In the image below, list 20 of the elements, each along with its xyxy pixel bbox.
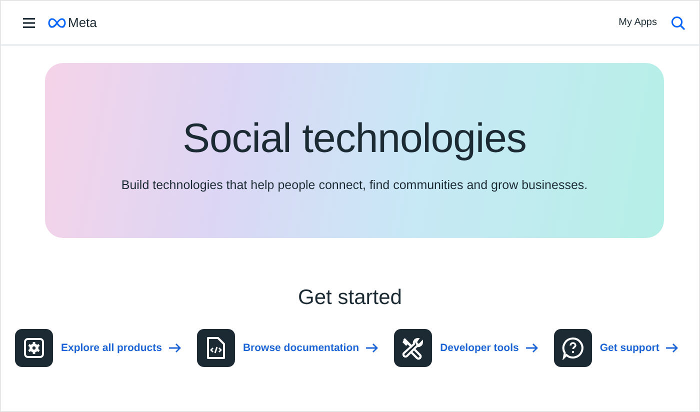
link[interactable]: Browse documentation [242,342,360,354]
search-icon[interactable] [671,16,685,30]
help-icon[interactable] [554,329,592,367]
arrow-right-icon[interactable] [526,343,538,353]
my-apps-link[interactable]: My Apps [618,17,657,28]
section-title: Get started [297,286,403,310]
link[interactable]: Developer tools [440,342,519,354]
menu-icon[interactable] [23,18,35,28]
link[interactable]: Get support [600,342,660,354]
logo-text[interactable]: Meta [68,15,97,30]
arrow-right-icon[interactable] [366,343,378,353]
arrow-right-icon[interactable] [666,343,678,353]
infinity-icon [48,18,66,28]
hero-title: Social technologies [182,115,526,162]
arrow-right-icon[interactable] [168,343,181,353]
tools-icon[interactable] [394,329,432,367]
code-file-icon[interactable] [196,329,235,367]
link[interactable]: Explore all products [61,342,162,354]
gear-icon[interactable] [15,329,53,367]
hero-subtitle: Build technologies that help people connect, find communities and grow businesses. [121,178,588,192]
